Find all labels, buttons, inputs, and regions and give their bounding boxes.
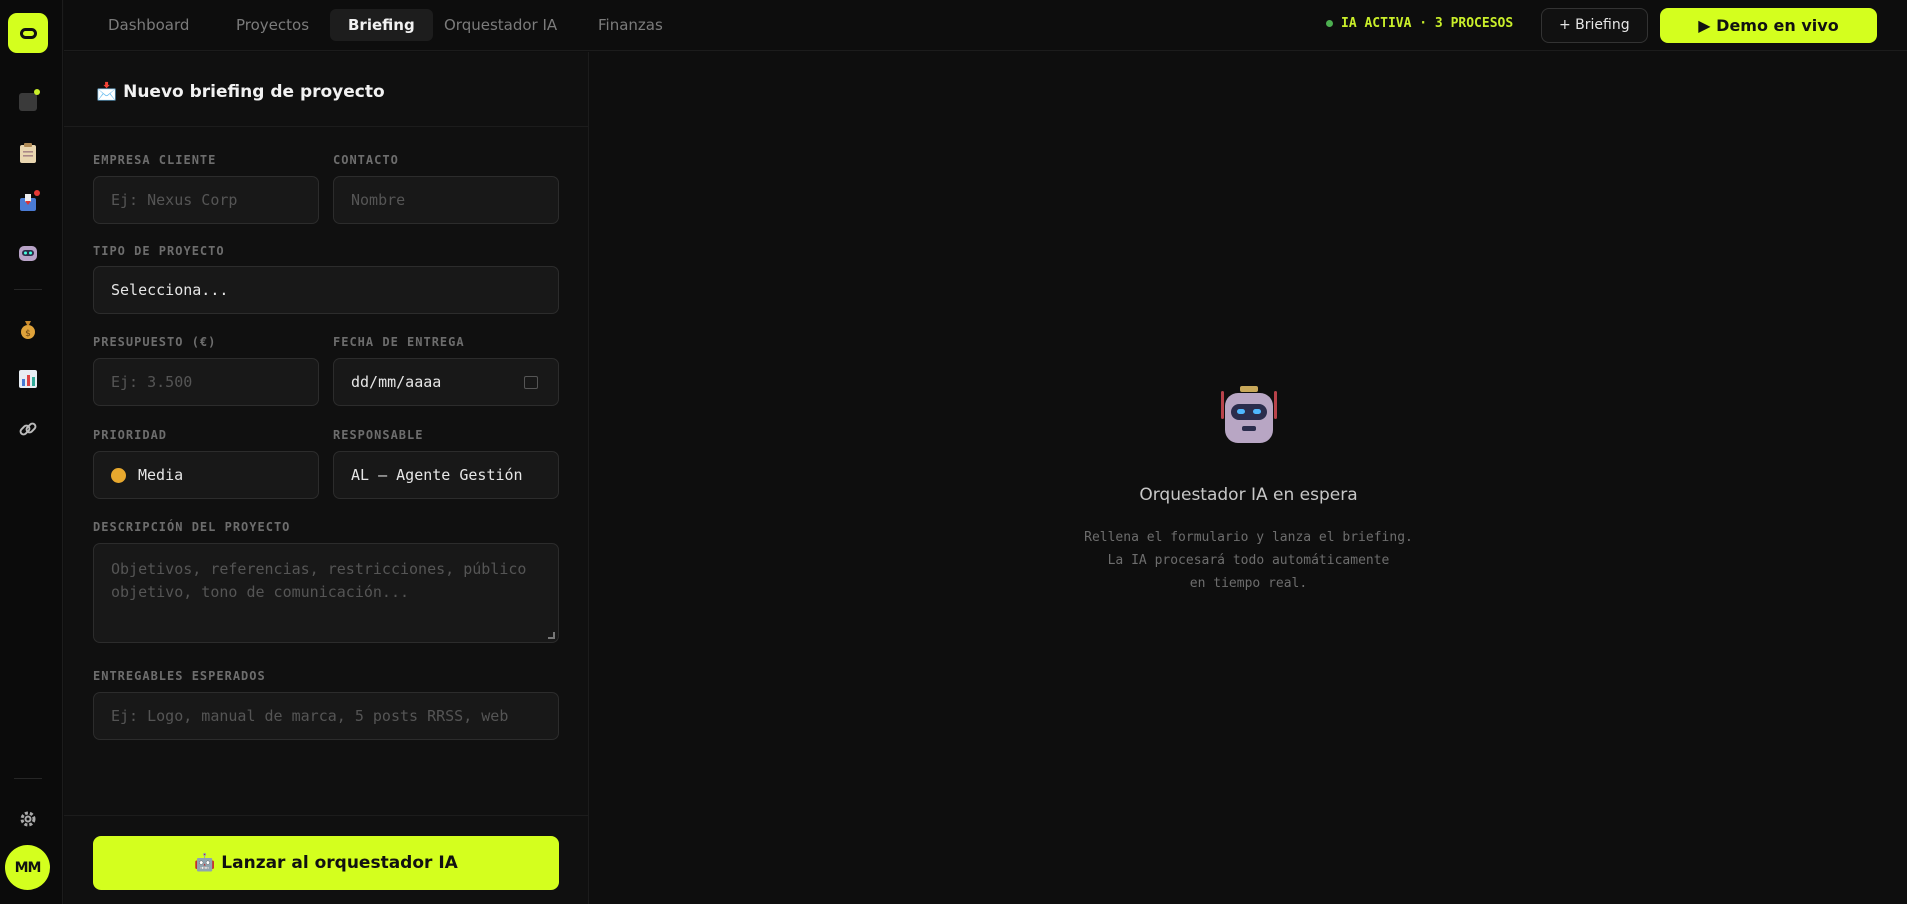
entregables-field[interactable] bbox=[93, 692, 559, 740]
status-dot-icon bbox=[1326, 20, 1333, 27]
entregables-label: ENTREGABLES ESPERADOS bbox=[93, 669, 266, 683]
tab-finanzas[interactable]: Finanzas bbox=[580, 9, 681, 41]
demo-button[interactable]: ▶ Demo en vivo bbox=[1660, 8, 1877, 43]
empresa-input[interactable] bbox=[111, 191, 301, 209]
panel-title: 📩 Nuevo briefing de proyecto bbox=[96, 82, 385, 102]
inbox-icon: 📩 bbox=[96, 82, 118, 102]
ai-status: IA ACTIVA · 3 PROCESOS bbox=[1326, 16, 1513, 31]
tab-dashboard[interactable]: Dashboard bbox=[90, 9, 207, 41]
presupuesto-input[interactable] bbox=[111, 373, 301, 391]
robot-icon[interactable] bbox=[13, 238, 43, 268]
calendar-icon[interactable] bbox=[524, 376, 538, 389]
tab-briefing[interactable]: Briefing bbox=[330, 9, 433, 41]
descripcion-label: DESCRIPCIÓN DEL PROYECTO bbox=[93, 520, 291, 534]
contacto-input[interactable] bbox=[351, 191, 541, 209]
empresa-label: EMPRESA CLIENTE bbox=[93, 153, 217, 167]
prioridad-select[interactable]: Media bbox=[93, 451, 319, 499]
presupuesto-label: PRESUPUESTO (€) bbox=[93, 335, 217, 349]
briefing-panel: 📩 Nuevo briefing de proyecto EMPRESA CLI… bbox=[64, 52, 589, 904]
entregables-input[interactable] bbox=[111, 707, 541, 725]
priority-dot-icon bbox=[111, 467, 126, 483]
tipo-select[interactable]: Selecciona... bbox=[93, 266, 559, 314]
top-bar: Dashboard Proyectos Briefing Orquestador… bbox=[64, 0, 1907, 51]
money-bag-icon[interactable]: $ bbox=[13, 314, 43, 344]
prioridad-label: PRIORIDAD bbox=[93, 428, 168, 442]
inbox-icon[interactable] bbox=[13, 188, 43, 218]
presupuesto-field[interactable] bbox=[93, 358, 319, 406]
sidebar: $ MM bbox=[0, 0, 63, 904]
stage-description: Rellena el formulario y lanza el briefin… bbox=[1084, 530, 1413, 591]
panel-header: 📩 Nuevo briefing de proyecto bbox=[64, 52, 588, 127]
responsable-select[interactable]: AL — Agente Gestión bbox=[333, 451, 559, 499]
stage-title: Orquestador IA en espera bbox=[1139, 485, 1358, 505]
app-logo[interactable] bbox=[8, 13, 48, 53]
tab-proyectos[interactable]: Proyectos bbox=[218, 9, 327, 41]
gear-icon[interactable] bbox=[13, 804, 43, 834]
prioridad-value: Media bbox=[138, 466, 184, 484]
svg-text:$: $ bbox=[25, 329, 31, 339]
launch-orchestrator-button[interactable]: 🤖 Lanzar al orquestador IA bbox=[93, 836, 559, 890]
new-briefing-button[interactable]: + Briefing bbox=[1541, 8, 1648, 43]
fecha-value: dd/mm/aaaa bbox=[351, 373, 442, 391]
descripcion-textarea[interactable] bbox=[111, 558, 541, 628]
tab-orquestador-ia[interactable]: Orquestador IA bbox=[426, 9, 575, 41]
contacto-field[interactable] bbox=[333, 176, 559, 224]
responsable-label: RESPONSABLE bbox=[333, 428, 424, 442]
fecha-field[interactable]: dd/mm/aaaa bbox=[333, 358, 559, 406]
robot-icon bbox=[1221, 386, 1277, 443]
responsable-value: AL — Agente Gestión bbox=[351, 466, 523, 484]
resize-handle-icon[interactable] bbox=[548, 632, 555, 639]
bar-chart-icon[interactable] bbox=[13, 364, 43, 394]
square-icon[interactable] bbox=[13, 87, 43, 117]
ai-status-label: IA ACTIVA · 3 PROCESOS bbox=[1341, 16, 1514, 31]
link-icon[interactable] bbox=[13, 414, 43, 444]
fecha-label: FECHA DE ENTREGA bbox=[333, 335, 465, 349]
tipo-label: TIPO DE PROYECTO bbox=[93, 244, 225, 258]
tipo-value: Selecciona... bbox=[111, 281, 229, 299]
contacto-label: CONTACTO bbox=[333, 153, 399, 167]
clipboard-icon[interactable] bbox=[13, 138, 43, 168]
descripcion-field[interactable] bbox=[93, 543, 559, 643]
orchestrator-stage: Orquestador IA en espera Rellena el form… bbox=[590, 52, 1907, 904]
empresa-field[interactable] bbox=[93, 176, 319, 224]
avatar[interactable]: MM bbox=[5, 845, 50, 890]
